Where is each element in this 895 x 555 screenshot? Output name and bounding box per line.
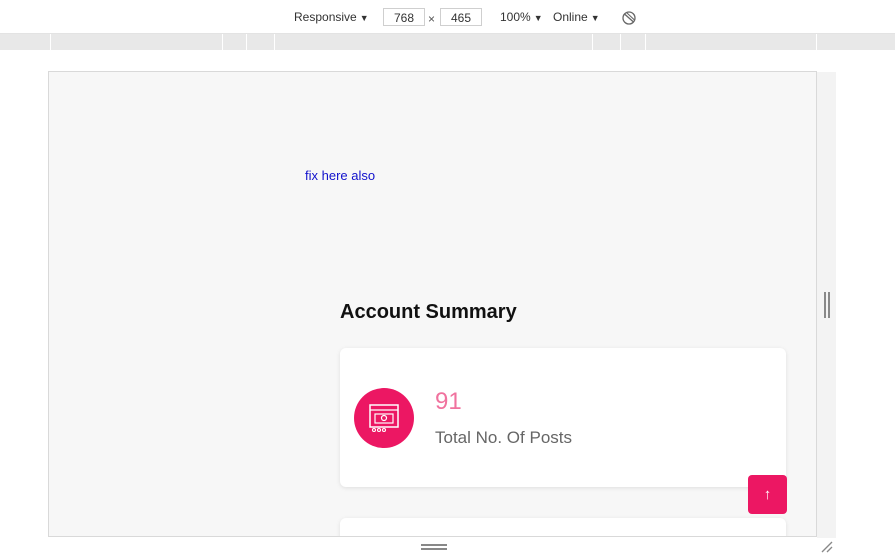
zoom-select[interactable]: 100% ▼ xyxy=(500,10,543,24)
media-query-segment[interactable] xyxy=(274,34,275,50)
device-viewport: fix here also Account Summary 91 Total N… xyxy=(48,71,817,537)
browser-post-icon xyxy=(369,404,399,433)
dimension-separator: × xyxy=(428,12,436,26)
chevron-down-icon: ▼ xyxy=(359,13,369,23)
posts-icon-circle xyxy=(354,388,414,448)
scroll-to-top-button[interactable]: ↑ xyxy=(748,475,787,514)
zoom-label: 100% xyxy=(500,10,531,24)
corner-resize-handle[interactable] xyxy=(820,540,834,554)
summary-card xyxy=(340,518,786,536)
width-resize-handle[interactable] xyxy=(824,292,830,318)
height-input[interactable]: 465 xyxy=(440,8,482,26)
fix-here-link[interactable]: fix here also xyxy=(305,168,375,183)
page-title: Account Summary xyxy=(340,301,517,323)
chevron-down-icon: ▼ xyxy=(533,13,543,23)
rotate-icon[interactable] xyxy=(621,10,637,26)
width-input[interactable]: 768 xyxy=(383,8,425,26)
device-select[interactable]: Responsive ▼ xyxy=(294,10,369,24)
chevron-down-icon: ▼ xyxy=(590,13,600,23)
media-query-segment[interactable] xyxy=(222,34,223,50)
posts-summary-card: 91 Total No. Of Posts xyxy=(340,348,786,487)
height-resize-handle[interactable] xyxy=(421,544,447,550)
posts-label: Total No. Of Posts xyxy=(435,428,572,447)
arrow-up-icon: ↑ xyxy=(763,486,772,503)
media-query-segment[interactable] xyxy=(816,34,817,50)
device-label: Responsive xyxy=(294,10,357,24)
media-query-segment[interactable] xyxy=(645,34,646,50)
media-query-segment[interactable] xyxy=(246,34,247,50)
media-query-segment[interactable] xyxy=(620,34,621,50)
media-query-segment[interactable] xyxy=(50,34,51,50)
throttle-label: Online xyxy=(553,10,588,24)
media-query-bar[interactable] xyxy=(0,34,895,50)
media-query-segment[interactable] xyxy=(592,34,593,50)
posts-count: 91 xyxy=(435,388,462,415)
devtools-toolbar: Responsive ▼ 768 × 465 100% ▼ Online ▼ xyxy=(0,0,895,34)
throttle-select[interactable]: Online ▼ xyxy=(553,10,600,24)
